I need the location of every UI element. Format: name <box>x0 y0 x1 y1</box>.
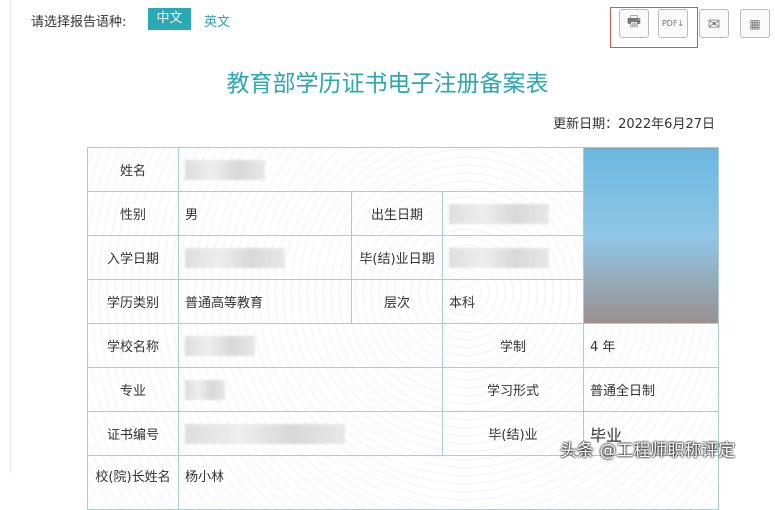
mail-icon: ✉ <box>707 14 721 33</box>
study-form-value: 普通全日制 <box>583 367 719 412</box>
qrcode-icon: ▦ <box>749 16 761 31</box>
study-form-label: 学习形式 <box>442 367 584 412</box>
major-value-blurred <box>185 379 225 400</box>
cert-no-label: 证书编号 <box>87 411 179 456</box>
qrcode-button[interactable]: ▦ <box>740 9 770 38</box>
grad-date-value-blurred <box>449 247 549 268</box>
gender-label: 性别 <box>87 191 179 236</box>
enroll-value-blurred <box>185 247 285 268</box>
language-chinese-button[interactable]: 中文 <box>148 8 191 30</box>
update-date: 更新日期：2022年6月27日 <box>553 117 715 132</box>
name-value-blurred <box>185 159 265 180</box>
pdf-download-icon: PDF↓ <box>661 19 685 28</box>
school-label: 学校名称 <box>87 323 179 368</box>
level-value: 本科 <box>442 279 584 324</box>
edu-type-value: 普通高等教育 <box>178 279 352 324</box>
edu-type-label: 学历类别 <box>87 279 179 324</box>
birth-value-blurred <box>449 203 549 224</box>
enroll-label: 入学日期 <box>87 235 179 280</box>
pdf-download-button[interactable]: PDF↓ <box>658 9 688 38</box>
duration-label: 学制 <box>442 323 584 368</box>
language-label: 请选择报告语种: <box>31 15 127 30</box>
school-value-blurred <box>185 335 255 356</box>
watermark: 头条 @工程师职称评定 <box>560 441 736 461</box>
print-button[interactable]: 🖶 <box>619 9 649 38</box>
president-value: 杨小林 <box>178 455 719 510</box>
president-label: 校(院)长姓名 <box>87 455 179 510</box>
print-icon: 🖶 <box>626 12 642 30</box>
name-label: 姓名 <box>87 147 179 192</box>
gender-value: 男 <box>178 191 352 236</box>
level-label: 层次 <box>351 279 443 324</box>
birth-label: 出生日期 <box>351 191 443 236</box>
grad-date-label: 毕(结)业日期 <box>351 235 443 280</box>
major-label: 专业 <box>87 367 179 412</box>
language-english-button[interactable]: 英文 <box>204 11 230 30</box>
cert-no-value-blurred <box>185 423 345 444</box>
photo <box>583 147 719 324</box>
page-title: 教育部学历证书电子注册备案表 <box>226 71 549 97</box>
duration-value: 4 年 <box>583 323 719 368</box>
mail-button[interactable]: ✉ <box>699 9 729 38</box>
